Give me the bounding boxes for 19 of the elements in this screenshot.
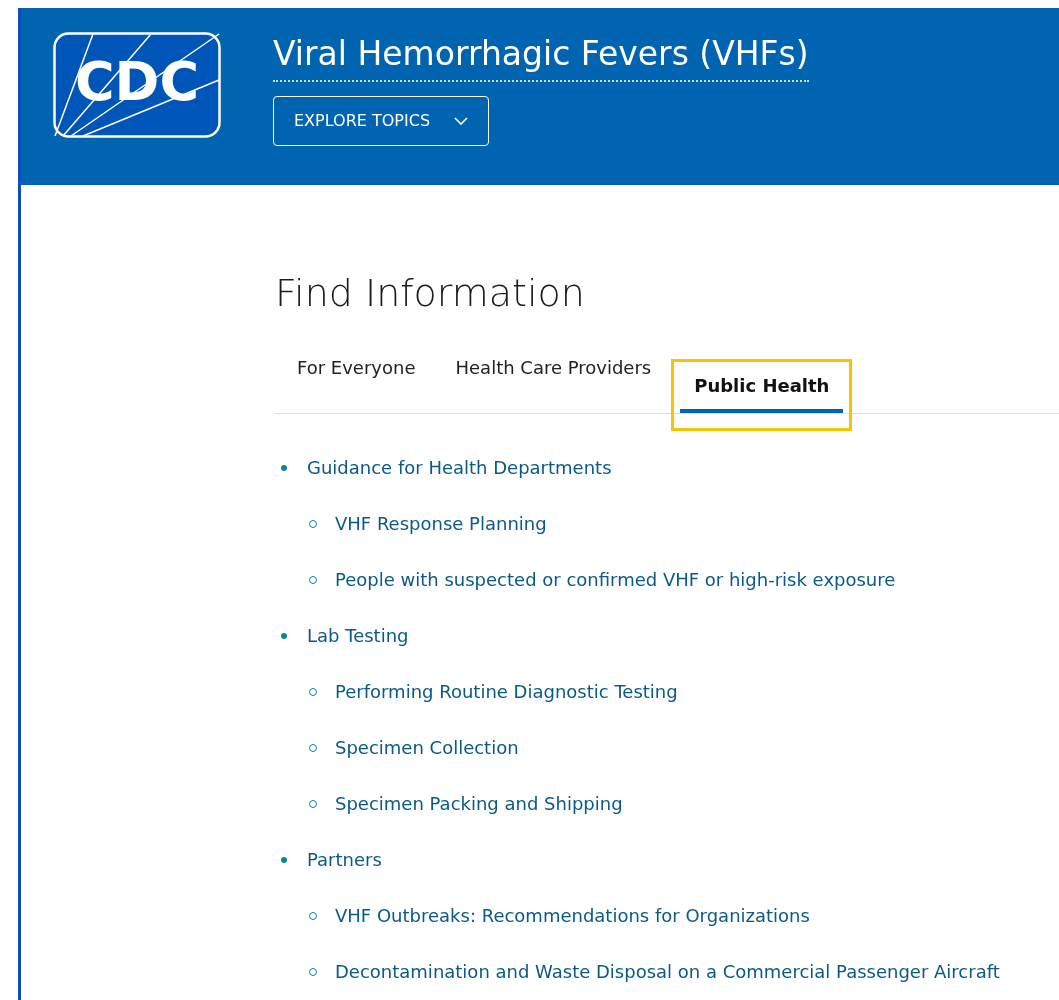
topic-link[interactable]: Lab Testing (307, 622, 409, 649)
bullet-icon (281, 632, 287, 639)
tab[interactable]: Health Care Providers (441, 354, 666, 395)
subtopic-link[interactable]: People with suspected or confirmed VHF or high-risk exposure (335, 566, 896, 593)
subtopic-link[interactable]: Performing Routine Diagnostic Testing (335, 678, 678, 705)
chevron-down-icon (454, 116, 469, 126)
subtopic-link[interactable]: VHF Outbreaks: Recommendations for Organizations (335, 902, 810, 929)
explore-topics-button[interactable]: EXPLORE TOPICS (273, 96, 490, 146)
tab[interactable]: For Everyone (283, 354, 430, 395)
topic-link[interactable]: Partners (307, 846, 382, 873)
subtopic-link[interactable]: Specimen Collection (335, 734, 519, 761)
subtopic-link[interactable]: Decontamination and Waste Disposal on a Commercial Passenger Aircraft (335, 958, 1000, 985)
bullet-icon (281, 464, 287, 471)
page-title: Viral Hemorrhagic Fevers (VHFs) (273, 32, 809, 82)
topic-link[interactable]: Guidance for Health Departments (307, 454, 612, 481)
subtopic-link[interactable]: VHF Response Planning (335, 510, 547, 537)
subtopic-link[interactable]: Specimen Packing and Shipping (335, 790, 623, 817)
section-heading: Find Information (275, 270, 586, 317)
bullet-icon (281, 856, 287, 863)
